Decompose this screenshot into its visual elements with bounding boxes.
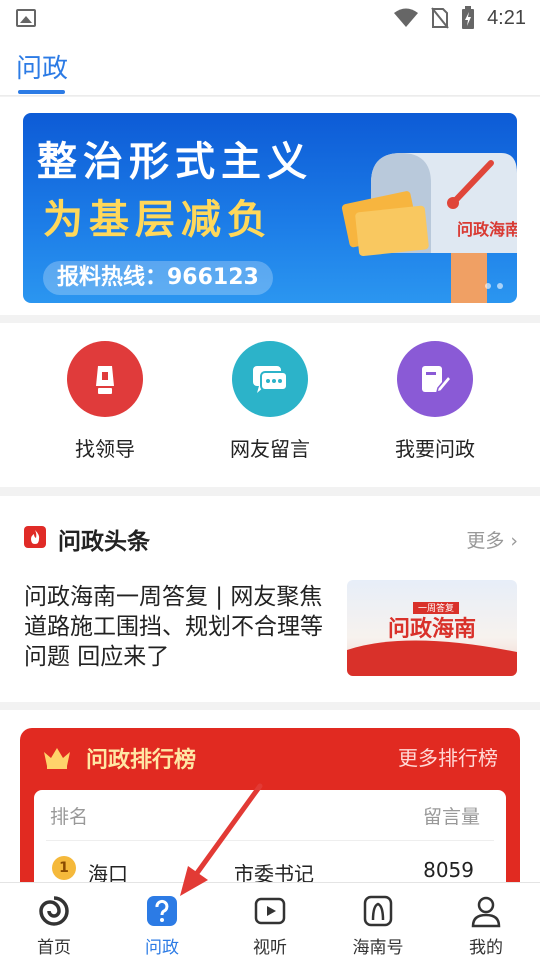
banner-line2: 为基层减负 [43, 196, 273, 243]
banner-logo: 问政海南 [457, 220, 517, 239]
image-notification-icon [16, 9, 36, 27]
headlines-more-link[interactable]: 更多 › [466, 526, 518, 553]
chat-icon [232, 341, 308, 417]
ranking-title: 问政排行榜 [86, 748, 197, 773]
ranking-card: 问政排行榜 更多排行榜 排名 留言量 1 海口 市委书记 8059 [20, 728, 520, 910]
nav-profile[interactable]: 我的 [432, 883, 540, 960]
action-label: 我要问政 [395, 437, 475, 461]
banner-hotline: 报料热线：966123 [43, 261, 273, 295]
ranking-section: 问政排行榜 更多排行榜 排名 留言量 1 海口 市委书记 8059 [0, 710, 540, 910]
play-icon [252, 893, 288, 929]
tab-wenzheng[interactable]: 问政 [16, 48, 68, 85]
clock: 4:21 [487, 6, 526, 29]
gold-medal-icon: 1 [52, 856, 76, 880]
action-find-leader[interactable]: 找领导 [35, 341, 175, 462]
action-label: 找领导 [75, 437, 135, 461]
row-count: 8059 [423, 858, 474, 882]
top-tab-bar: 问政 [0, 36, 540, 96]
promo-banner[interactable]: 整治形式主义 为基层减负 报料热线：966123 问政海南 [23, 113, 517, 303]
nav-label: 问政 [145, 938, 179, 958]
leader-icon [67, 341, 143, 417]
banner-section: 整治形式主义 为基层减负 报料热线：966123 问政海南 [0, 97, 540, 315]
nav-label: 视听 [253, 938, 287, 958]
action-netizen-messages[interactable]: 网友留言 [200, 341, 340, 462]
status-bar: 4:21 [0, 0, 540, 36]
nav-home[interactable]: 首页 [0, 883, 108, 960]
article-title[interactable]: 问政海南一周答复 | 网友聚焦道路施工围挡、规划不合理等问题 回应来了 [24, 582, 324, 672]
crown-icon [44, 748, 70, 769]
flame-icon [24, 526, 46, 548]
article-thumbnail[interactable]: 一周答复 问政海南 [347, 580, 517, 676]
quick-actions: 找领导 网友留言 我要问政 [0, 323, 540, 487]
divider [46, 840, 494, 841]
home-swirl-icon [36, 893, 72, 929]
question-icon [144, 893, 180, 929]
chevron-right-icon: › [510, 530, 518, 552]
mailbox-illustration: 问政海南 [341, 153, 517, 303]
nav-label: 海南号 [352, 938, 404, 958]
thumb-logo: 问政海南 [388, 616, 476, 641]
more-label: 更多 [466, 530, 505, 552]
banner-line1: 整治形式主义 [37, 138, 313, 185]
battery-charging-icon [462, 6, 475, 29]
headlines-title: 问政头条 [58, 529, 150, 555]
thumb-tag: 一周答复 [418, 602, 454, 613]
status-right: 4:21 [393, 6, 526, 30]
nav-wenzheng[interactable]: 问政 [108, 883, 216, 960]
nav-video[interactable]: 视听 [216, 883, 324, 960]
user-icon [468, 893, 504, 929]
nav-hainan-hao[interactable]: 海南号 [324, 883, 432, 960]
banner-pager [485, 283, 503, 289]
wifi-icon [394, 8, 419, 27]
headlines-section: 问政头条 更多 › 问政海南一周答复 | 网友聚焦道路施工围挡、规划不合理等问题… [0, 496, 540, 702]
hainan-icon [360, 893, 396, 929]
ranking-more-link[interactable]: 更多排行榜 [398, 742, 498, 771]
bottom-nav: 首页 问政 视听 海南号 我的 [0, 882, 540, 960]
col-count-header: 留言量 [422, 806, 480, 828]
tab-indicator [18, 90, 65, 94]
action-label: 网友留言 [230, 437, 310, 461]
no-sim-icon [431, 7, 449, 29]
nav-label: 我的 [469, 938, 503, 958]
col-rank-header: 排名 [50, 806, 89, 828]
nav-label: 首页 [37, 938, 71, 958]
action-ask-question[interactable]: 我要问政 [365, 341, 505, 462]
edit-icon [397, 341, 473, 417]
